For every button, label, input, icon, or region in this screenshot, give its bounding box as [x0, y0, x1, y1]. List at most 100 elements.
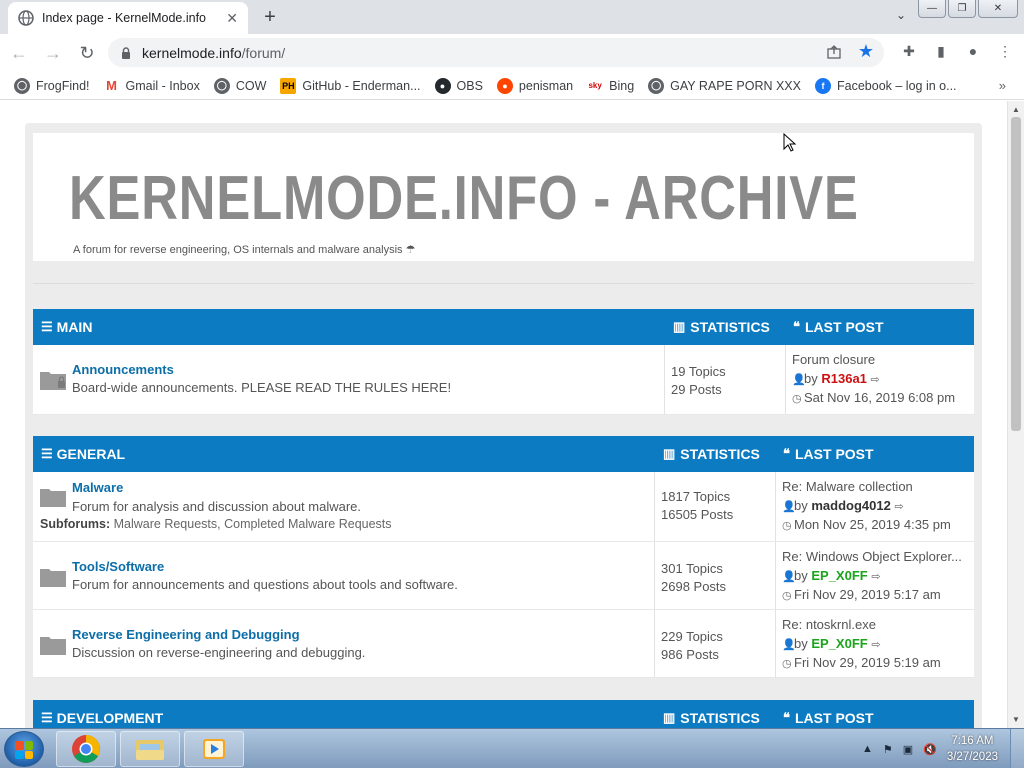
- folder-icon: [40, 637, 66, 655]
- last-post-title[interactable]: Re: Windows Object Explorer...: [782, 548, 966, 567]
- bookmark-item[interactable]: ◯ GAY RAPE PORN XXX: [648, 77, 801, 94]
- network-icon[interactable]: ▣: [903, 743, 913, 756]
- bookmarks-overflow-icon[interactable]: »: [999, 78, 1006, 93]
- forum-row: Announcements Board-wide announcements. …: [33, 345, 974, 415]
- menu-kebab-icon[interactable]: ⋮: [996, 42, 1014, 60]
- subforum-links[interactable]: Malware Requests, Completed Malware Requ…: [114, 517, 392, 531]
- address-bar[interactable]: kernelmode.info/forum/ ★: [108, 38, 884, 67]
- post-count: 2698 Posts: [661, 579, 727, 594]
- last-post-header: ❝ LAST POST: [793, 319, 884, 335]
- site-title[interactable]: KERNELMODE.INFO - ARCHIVE: [69, 163, 859, 234]
- topic-count: 19 Topics: [671, 364, 726, 379]
- tab-title: Index page - KernelMode.info: [42, 11, 206, 25]
- restore-button[interactable]: ❐: [948, 0, 976, 18]
- goto-post-icon[interactable]: ⇨: [871, 371, 883, 390]
- forum-title-link[interactable]: Malware: [72, 480, 123, 495]
- forum-stats: 229 Topics 986 Posts: [654, 610, 775, 677]
- last-post-label: LAST POST: [795, 446, 874, 462]
- reload-button[interactable]: ↻: [72, 38, 102, 68]
- volume-muted-icon[interactable]: 🔇: [923, 743, 937, 756]
- taskbar-chrome[interactable]: [56, 731, 116, 767]
- show-desktop-button[interactable]: [1010, 729, 1024, 768]
- start-button[interactable]: [4, 731, 44, 767]
- category-title[interactable]: ☰ GENERAL: [41, 446, 125, 462]
- scrollbar-thumb[interactable]: [1011, 117, 1021, 431]
- forum-title-link[interactable]: Tools/Software: [72, 559, 164, 574]
- clock[interactable]: 7:16 AM 3/27/2023: [947, 733, 998, 765]
- last-post-title[interactable]: Forum closure: [792, 351, 976, 370]
- forum-description: Forum for analysis and discussion about …: [72, 499, 362, 514]
- by-label: by: [794, 497, 808, 513]
- goto-post-icon[interactable]: ⇨: [871, 636, 883, 655]
- category-general: ☰ GENERAL ▥ STATISTICS ❝ LAST POST Malware …: [33, 436, 974, 678]
- bookmark-label: COW: [235, 78, 267, 93]
- scroll-down-icon[interactable]: ▼: [1012, 715, 1020, 724]
- tab-close-icon[interactable]: ✕: [226, 10, 238, 27]
- bookmark-item[interactable]: M Gmail - Inbox: [103, 77, 200, 94]
- topic-count: 229 Topics: [661, 629, 723, 644]
- bookmark-item[interactable]: ◯ FrogFind!: [14, 77, 90, 94]
- user-icon: 👤: [792, 373, 806, 386]
- bookmark-star-icon[interactable]: ★: [858, 41, 874, 62]
- forum-description: Discussion on reverse-engineering and de…: [72, 645, 366, 660]
- topic-count: 1817 Topics: [661, 489, 731, 504]
- globe-icon: ◯: [648, 77, 665, 94]
- clock-time: 7:16 AM: [951, 735, 994, 747]
- comments-icon: ❝: [793, 319, 800, 334]
- category-name: GENERAL: [56, 446, 126, 462]
- last-post-user[interactable]: EP_X0FF: [811, 568, 867, 583]
- post-count: 29 Posts: [671, 382, 722, 397]
- forum-stats: 301 Topics 2698 Posts: [654, 542, 775, 609]
- page-scrollbar[interactable]: ▲ ▼: [1007, 101, 1024, 728]
- last-post-title[interactable]: Re: ntoskrnl.exe: [782, 616, 966, 635]
- tab-active[interactable]: Index page - KernelMode.info ✕: [8, 2, 248, 34]
- bookmark-item[interactable]: ● OBS: [434, 77, 483, 94]
- statistics-header: ▥ STATISTICS: [663, 446, 760, 462]
- github-icon: ●: [434, 77, 451, 94]
- windows-taskbar: ▲ ⚑ ▣ 🔇 7:16 AM 3/27/2023: [0, 728, 1024, 768]
- bookmark-item[interactable]: f Facebook – log in o...: [815, 77, 957, 94]
- share-icon[interactable]: [826, 44, 842, 60]
- globe-icon: ◯: [213, 77, 230, 94]
- user-icon: 👤: [782, 500, 796, 513]
- last-post-user[interactable]: EP_X0FF: [811, 636, 867, 651]
- bookmark-item[interactable]: ● penisman: [496, 77, 573, 94]
- last-post-user[interactable]: R136a1: [821, 371, 867, 386]
- bookmark-item[interactable]: sky Bing: [587, 77, 634, 94]
- bookmark-item[interactable]: ◯ COW: [213, 77, 267, 94]
- back-button[interactable]: ←: [4, 38, 34, 68]
- forward-button[interactable]: →: [38, 38, 68, 68]
- side-panel-icon[interactable]: ▮: [932, 42, 950, 60]
- scroll-up-icon[interactable]: ▲: [1012, 105, 1020, 114]
- taskbar-explorer[interactable]: [120, 731, 180, 767]
- extensions-icon[interactable]: ✚: [900, 42, 918, 60]
- tray-expand-icon[interactable]: ▲: [862, 743, 873, 755]
- toolbar-actions: ✚ ▮ ● ⋮: [900, 42, 1014, 60]
- minimize-button[interactable]: —: [918, 0, 946, 18]
- category-title[interactable]: ☰ DEVELOPMENT: [41, 710, 163, 726]
- last-post-user[interactable]: maddog4012: [811, 498, 890, 513]
- profile-avatar[interactable]: ●: [964, 42, 982, 60]
- by-label: by: [804, 370, 818, 386]
- bookmark-item[interactable]: PH GitHub - Enderman...: [280, 77, 421, 94]
- forum-title-link[interactable]: Announcements: [72, 362, 174, 377]
- tab-search-chevron-icon[interactable]: ⌄: [896, 8, 906, 22]
- forum-description: Board-wide announcements. PLEASE READ TH…: [72, 380, 452, 395]
- last-post-label: LAST POST: [795, 710, 874, 726]
- user-icon: 👤: [782, 570, 796, 583]
- goto-post-icon[interactable]: ⇨: [894, 498, 906, 517]
- new-tab-button[interactable]: +: [258, 5, 282, 29]
- category-header: ☰ GENERAL ▥ STATISTICS ❝ LAST POST: [33, 436, 974, 472]
- taskbar-media-player[interactable]: [184, 731, 244, 767]
- goto-post-icon[interactable]: ⇨: [871, 568, 883, 587]
- category-title[interactable]: ☰ MAIN: [41, 319, 92, 335]
- clock-icon: ◷: [782, 590, 792, 602]
- action-center-icon[interactable]: ⚑: [883, 743, 893, 756]
- forum-title-link[interactable]: Reverse Engineering and Debugging: [72, 627, 300, 642]
- close-window-button[interactable]: ✕: [978, 0, 1018, 18]
- folder-locked-icon: [40, 372, 66, 390]
- gmail-icon: M: [103, 77, 120, 94]
- last-post-title[interactable]: Re: Malware collection: [782, 478, 966, 497]
- last-post: Re: Malware collection 👤by maddog4012 ⇨ …: [775, 472, 974, 541]
- umbrella-icon: ☂: [405, 244, 416, 256]
